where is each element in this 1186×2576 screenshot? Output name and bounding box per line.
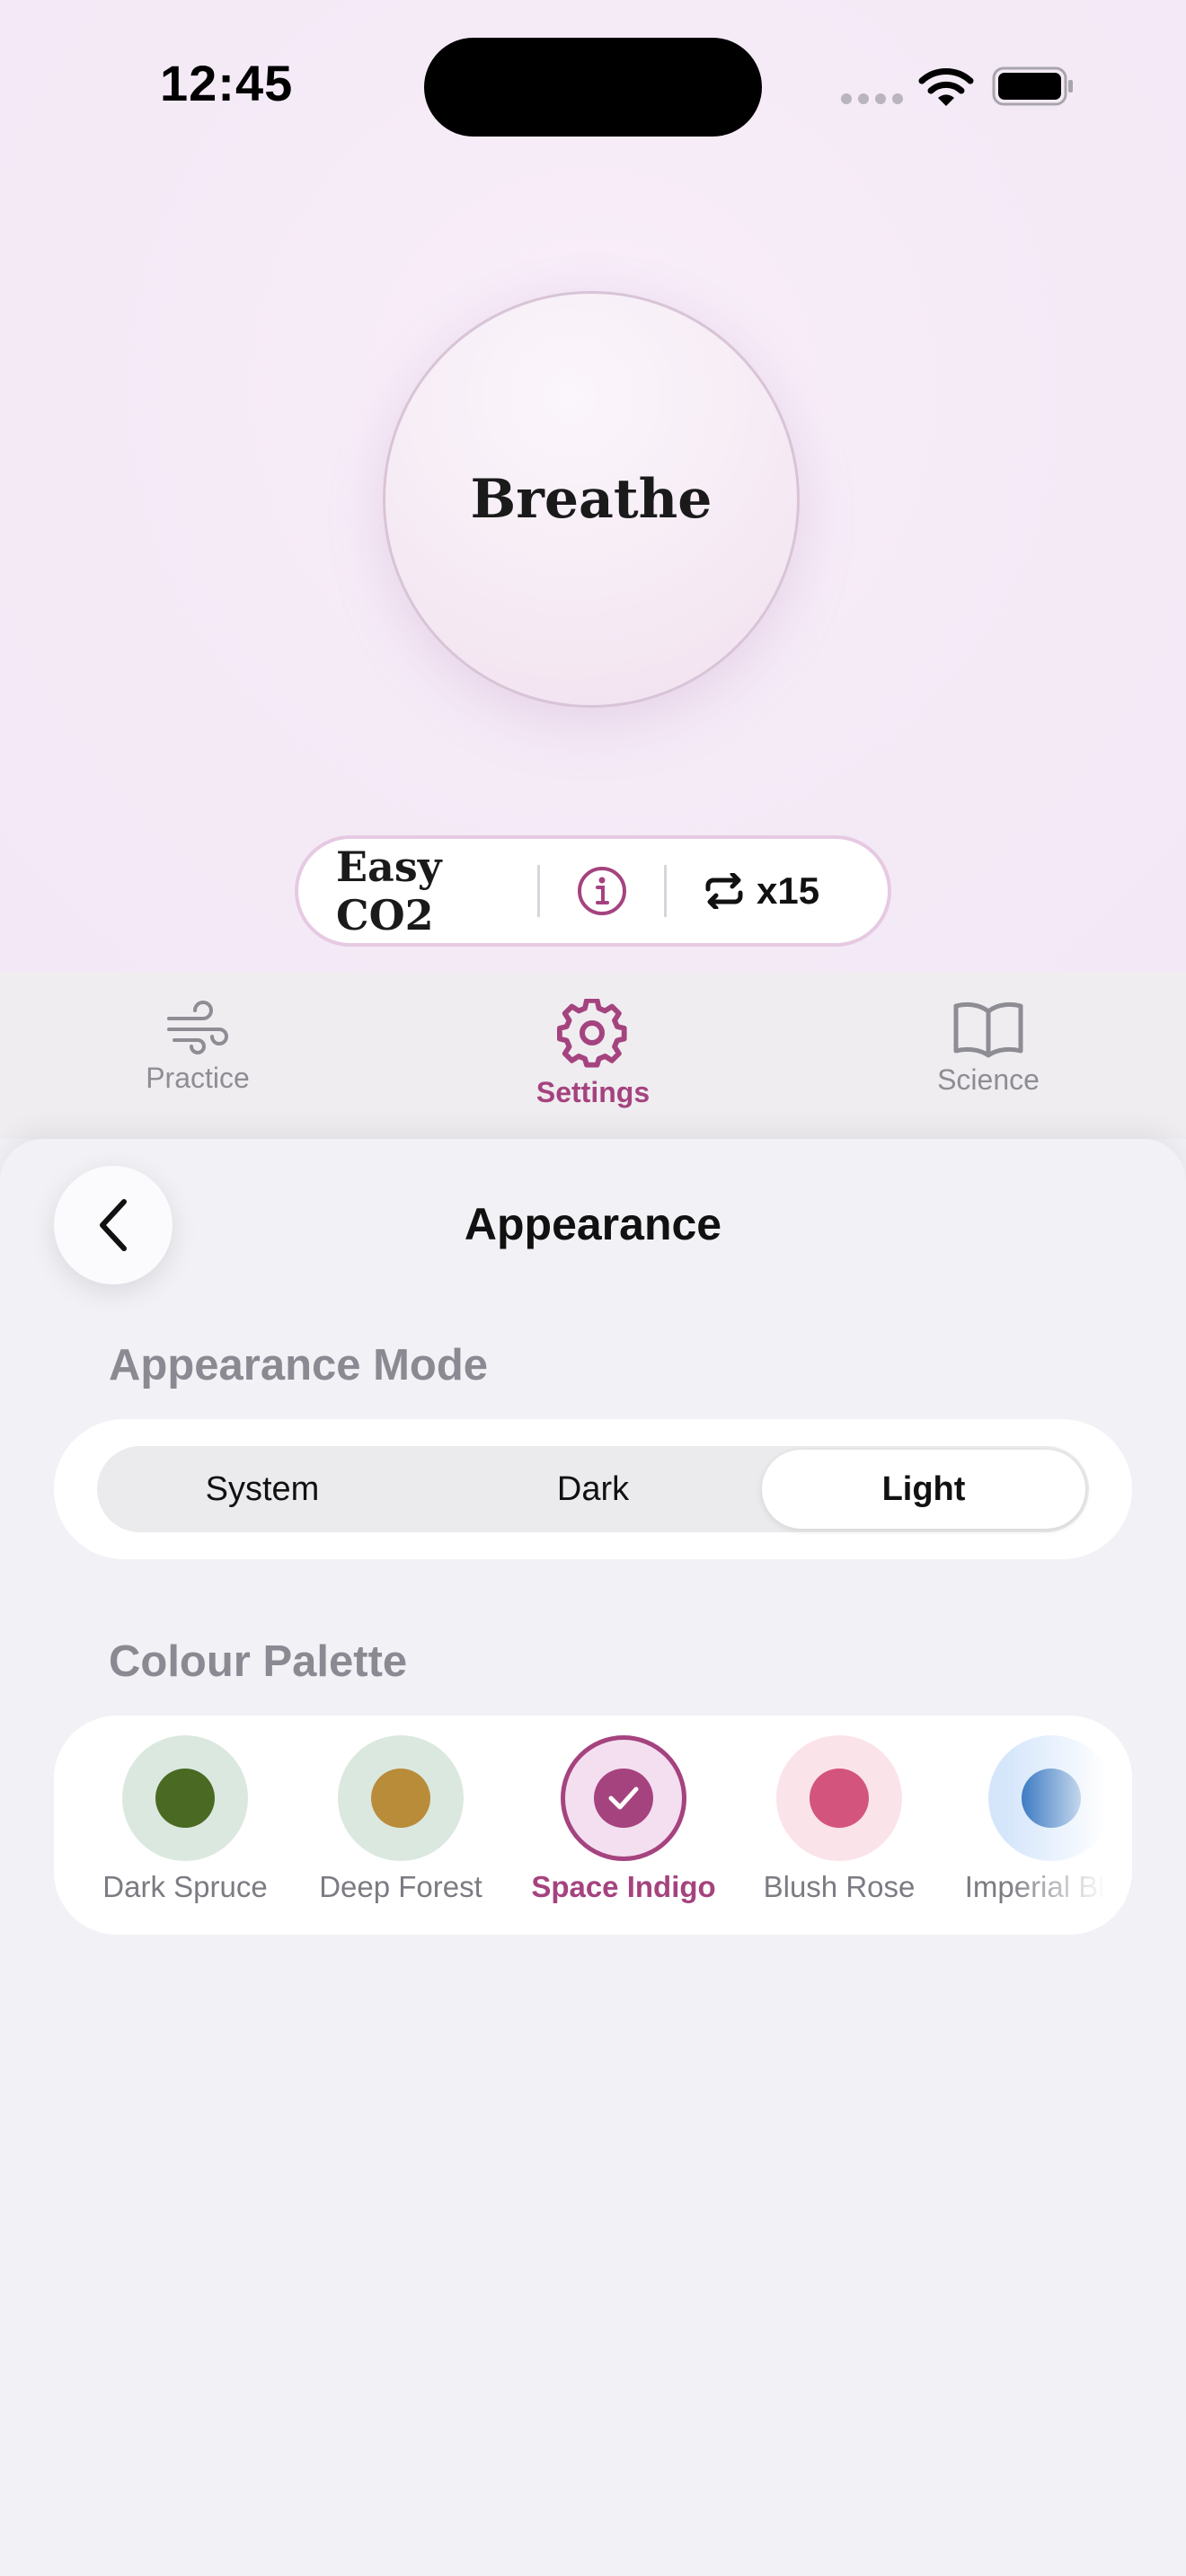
breathe-button[interactable]: Breathe <box>383 291 800 708</box>
swatch-space-indigo[interactable]: Space Indigo <box>516 1735 731 1904</box>
exercise-name[interactable]: Easy CO2 <box>336 842 537 940</box>
swatch-dot <box>810 1769 869 1828</box>
swatch-dot <box>371 1769 430 1828</box>
swatch-ring <box>122 1735 248 1861</box>
swatch-dot <box>594 1769 653 1828</box>
gear-icon <box>557 999 627 1068</box>
tab-label-practice: Practice <box>146 1062 250 1094</box>
sheet-title: Appearance <box>464 1199 722 1249</box>
status-time: 12:45 <box>160 55 294 111</box>
colour-palette-label: Colour Palette <box>109 1637 408 1686</box>
info-icon <box>578 867 626 915</box>
swatch-dot <box>155 1769 215 1828</box>
palette-scroll-fade <box>1006 1716 1132 1935</box>
tab-bar: Practice Settings Science <box>0 972 1186 1139</box>
colour-palette-card: Dark Spruce Deep Forest Space Indigo Blu… <box>54 1716 1132 1935</box>
swatch-name: Deep Forest <box>319 1870 482 1903</box>
exercise-pill[interactable]: Easy CO2 x15 <box>295 835 891 947</box>
swatch-ring <box>776 1735 902 1861</box>
repeat-icon <box>705 873 743 909</box>
battery-icon <box>992 66 1073 106</box>
dynamic-island <box>424 38 762 137</box>
appearance-mode-label: Appearance Mode <box>109 1341 489 1389</box>
swatch-name: Blush Rose <box>763 1870 916 1903</box>
swatch-blush-rose[interactable]: Blush Rose <box>731 1735 947 1904</box>
tab-label-science: Science <box>937 1063 1040 1096</box>
breathe-label: Breathe <box>470 468 712 531</box>
tab-label-settings: Settings <box>535 1076 651 1108</box>
repeat-count: x15 <box>757 869 820 912</box>
repeat-button[interactable]: x15 <box>704 869 819 913</box>
segment-light[interactable]: Light <box>762 1450 1085 1529</box>
tab-practice[interactable]: Practice <box>63 972 332 1139</box>
swatch-ring <box>338 1735 464 1861</box>
swatch-dark-spruce[interactable]: Dark Spruce <box>77 1735 293 1904</box>
swatch-deep-forest[interactable]: Deep Forest <box>293 1735 509 1904</box>
tab-science[interactable]: Science <box>854 972 1123 1139</box>
info-button[interactable] <box>540 865 664 917</box>
wind-icon <box>167 1001 228 1054</box>
segment-dark[interactable]: Dark <box>428 1446 758 1532</box>
appearance-mode-card: System Dark Light <box>54 1419 1132 1559</box>
book-icon <box>953 1001 1023 1058</box>
cellular-signal-icon <box>841 93 903 104</box>
appearance-mode-segmented-control[interactable]: System Dark Light <box>97 1446 1089 1532</box>
swatch-name: Space Indigo <box>531 1870 716 1903</box>
swatch-ring <box>561 1735 686 1861</box>
wifi-icon <box>918 68 974 106</box>
swatch-name: Dark Spruce <box>102 1870 268 1903</box>
segment-system[interactable]: System <box>97 1446 428 1532</box>
pill-divider <box>664 865 667 917</box>
checkmark-icon <box>608 1786 639 1810</box>
tab-settings[interactable]: Settings <box>458 972 728 1139</box>
